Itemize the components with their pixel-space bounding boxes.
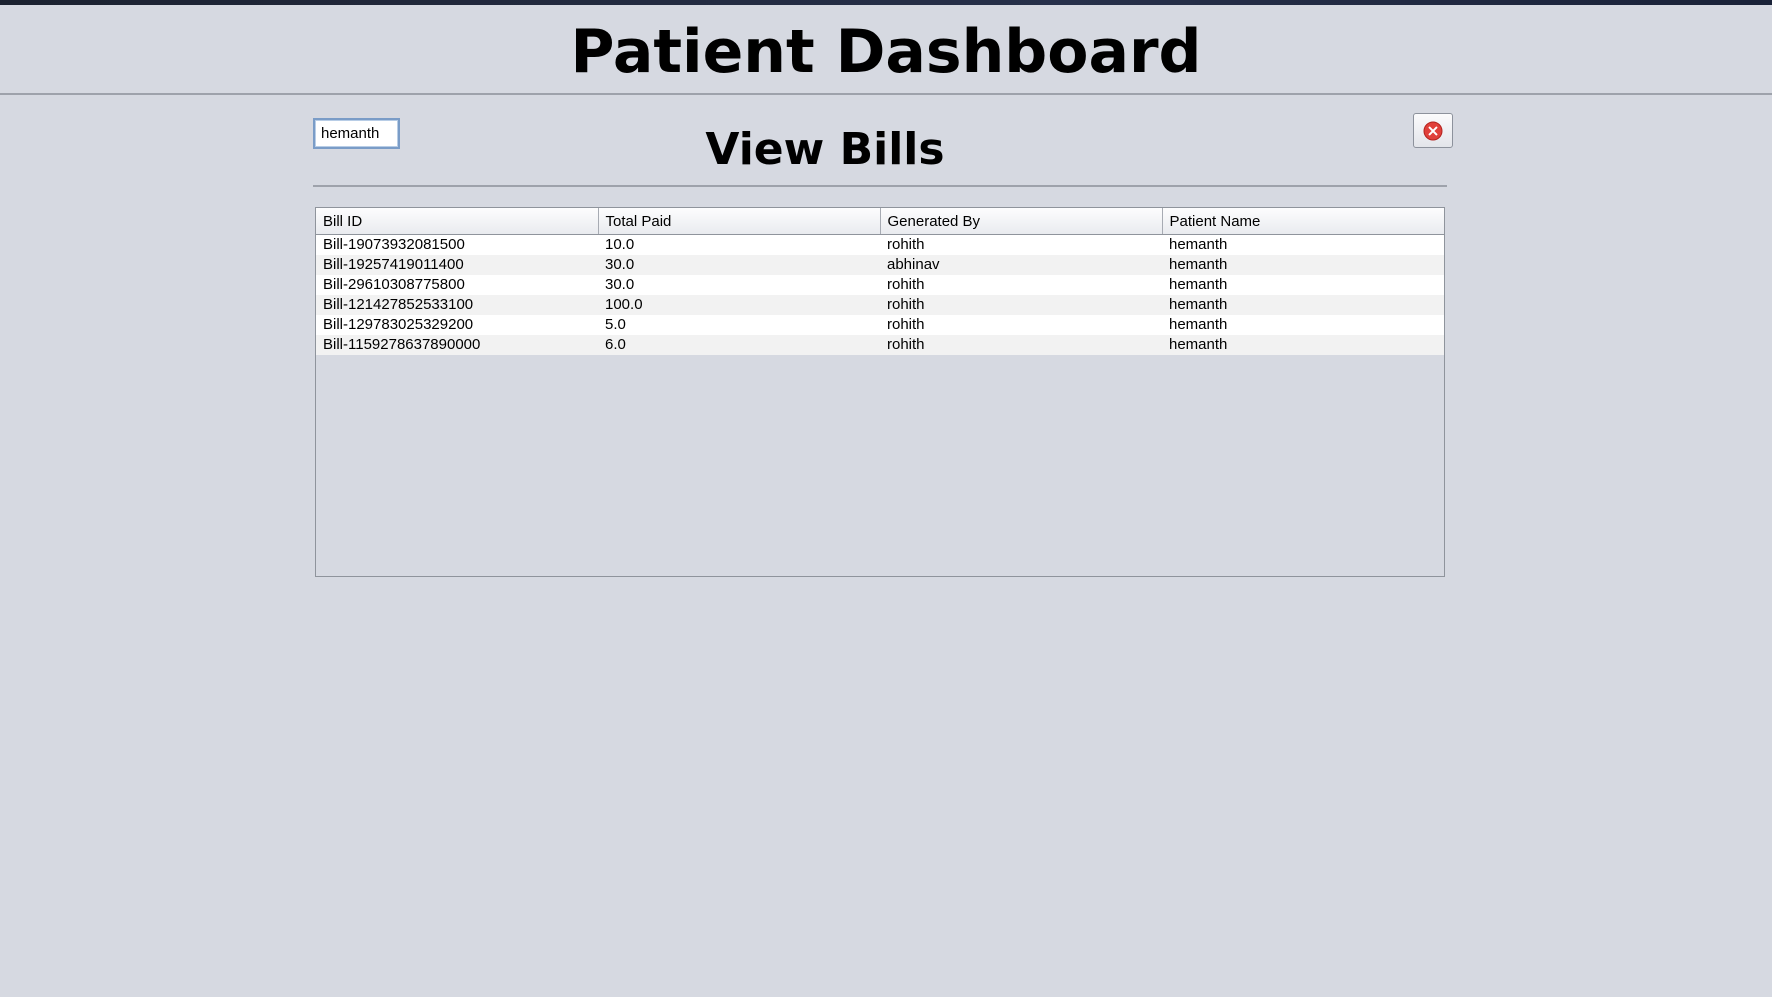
cell-total-paid: 6.0 (598, 335, 880, 355)
cell-generated-by: rohith (880, 275, 1162, 295)
cell-patient-name: hemanth (1162, 234, 1444, 255)
cell-patient-name: hemanth (1162, 335, 1444, 355)
cell-total-paid: 10.0 (598, 234, 880, 255)
close-circle-icon (1423, 121, 1443, 140)
page-title: Patient Dashboard (570, 17, 1202, 87)
cell-generated-by: abhinav (880, 255, 1162, 275)
table-row[interactable]: Bill-19257419011400 30.0 abhinav hemanth (316, 255, 1444, 275)
column-header-generated-by[interactable]: Generated By (880, 208, 1163, 235)
table-row[interactable]: Bill-19073932081500 10.0 rohith hemanth (316, 234, 1444, 255)
cell-bill-id: Bill-19257419011400 (316, 255, 598, 275)
table-row[interactable]: Bill-1159278637890000 6.0 rohith hemanth (316, 335, 1444, 355)
cell-total-paid: 30.0 (598, 275, 880, 295)
search-input[interactable] (313, 118, 400, 149)
cell-total-paid: 30.0 (598, 255, 880, 275)
bills-table: Bill ID Total Paid Generated By Patient … (316, 208, 1444, 355)
cell-patient-name: hemanth (1162, 315, 1444, 335)
cell-total-paid: 100.0 (598, 295, 880, 315)
close-button[interactable] (1413, 113, 1453, 148)
cell-bill-id: Bill-29610308775800 (316, 275, 598, 295)
table-row[interactable]: Bill-129783025329200 5.0 rohith hemanth (316, 315, 1444, 335)
table-row[interactable]: Bill-29610308775800 30.0 rohith hemanth (316, 275, 1444, 295)
cell-generated-by: rohith (880, 335, 1162, 355)
cell-bill-id: Bill-19073932081500 (316, 234, 598, 255)
column-header-patient-name[interactable]: Patient Name (1162, 208, 1444, 235)
table-header-row: Bill ID Total Paid Generated By Patient … (316, 208, 1444, 235)
table-row[interactable]: Bill-121427852533100 100.0 rohith hemant… (316, 295, 1444, 315)
cell-patient-name: hemanth (1162, 295, 1444, 315)
cell-patient-name: hemanth (1162, 275, 1444, 295)
column-header-bill-id[interactable]: Bill ID (316, 208, 599, 235)
column-header-total-paid[interactable]: Total Paid (598, 208, 881, 235)
cell-total-paid: 5.0 (598, 315, 880, 335)
section-divider (313, 185, 1447, 187)
bills-table-panel: Bill ID Total Paid Generated By Patient … (315, 207, 1445, 577)
cell-patient-name: hemanth (1162, 255, 1444, 275)
header-divider (0, 93, 1772, 95)
cell-generated-by: rohith (880, 295, 1162, 315)
cell-bill-id: Bill-129783025329200 (316, 315, 598, 335)
cell-generated-by: rohith (880, 315, 1162, 335)
cell-bill-id: Bill-121427852533100 (316, 295, 598, 315)
section-title: View Bills (705, 124, 945, 175)
cell-bill-id: Bill-1159278637890000 (316, 335, 598, 355)
window-top-strip (0, 0, 1772, 5)
cell-generated-by: rohith (880, 234, 1162, 255)
